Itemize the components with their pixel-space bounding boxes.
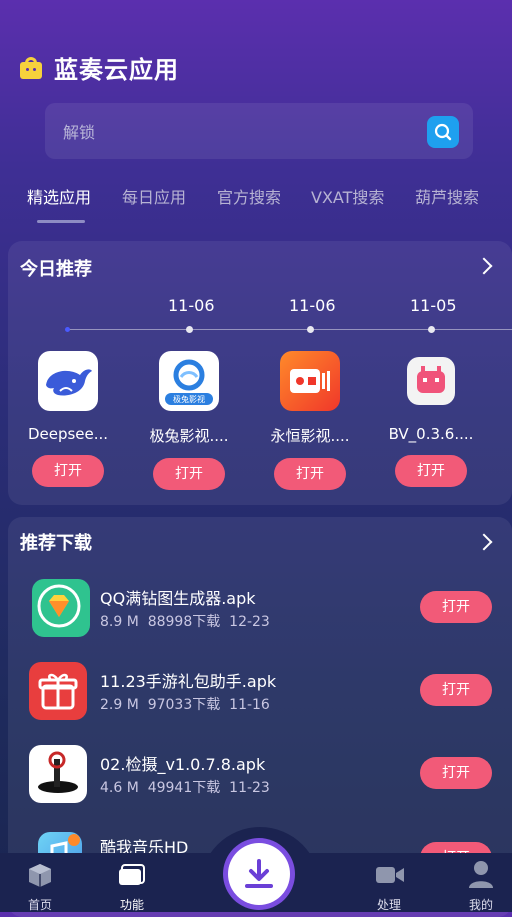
- cards-icon: [119, 864, 145, 885]
- open-button[interactable]: 打开: [420, 591, 492, 623]
- open-button[interactable]: 打开: [395, 455, 467, 487]
- search-bar: [45, 103, 473, 159]
- camera-hole-icon: [29, 745, 87, 803]
- open-button[interactable]: 打开: [420, 674, 492, 706]
- app-header: 蓝奏云应用: [20, 50, 179, 85]
- open-button[interactable]: 打开: [420, 757, 492, 789]
- pink-robot-icon: [407, 357, 455, 405]
- search-icon: [434, 123, 452, 141]
- gift-icon: [29, 662, 87, 720]
- open-button[interactable]: 打开: [32, 455, 104, 487]
- recommend-item[interactable]: Deepsee... 打开: [18, 351, 118, 487]
- app-name: Deepsee...: [27, 425, 109, 443]
- shopping-bag-icon: [20, 56, 42, 79]
- timeline-date: 11-06: [168, 296, 215, 315]
- app-name: 永恒影视....: [270, 427, 350, 445]
- app-name: BV_0.3.6....: [388, 425, 474, 443]
- download-center-button[interactable]: [223, 838, 295, 910]
- file-name: QQ满钻图生成器.apk: [100, 589, 256, 608]
- download-count: 88998下载: [147, 614, 221, 630]
- section-title: 今日推荐: [20, 259, 92, 280]
- tab-featured[interactable]: 精选应用: [27, 184, 91, 208]
- file-meta: 4.6 M 49941下载 11-23: [100, 777, 270, 797]
- section-title: 推荐下载: [20, 533, 92, 554]
- open-button[interactable]: 打开: [274, 458, 346, 490]
- nav-label: 首页: [27, 898, 52, 912]
- file-meta: 2.9 M 97033下载 11-16: [100, 694, 270, 714]
- upload-date: 11-16: [229, 697, 270, 713]
- download-count: 49941下载: [147, 780, 221, 796]
- diamond-icon: [32, 579, 90, 637]
- open-button[interactable]: 打开: [153, 458, 225, 490]
- rabbit-video-icon: 极兔影视: [159, 351, 219, 411]
- timeline-start-dot: [65, 327, 70, 332]
- download-icon: [245, 859, 273, 888]
- file-size: 4.6 M: [100, 780, 139, 796]
- active-tab-indicator: [37, 220, 85, 223]
- download-row[interactable]: 02.检摄_v1.0.7.8.apk 4.6 M 49941下载 11-23 打…: [8, 739, 504, 809]
- app-name: 极兔影视....: [149, 427, 229, 445]
- file-name: 11.23手游礼包助手.apk: [100, 672, 277, 691]
- timeline: [68, 329, 512, 330]
- nav-label: 我的: [468, 898, 493, 912]
- tab-daily[interactable]: 每日应用: [122, 184, 186, 208]
- app-title: 蓝奏云应用: [54, 56, 179, 84]
- box-icon: [29, 864, 51, 887]
- chevron-right-icon[interactable]: [475, 257, 493, 275]
- timeline-date: 11-05: [410, 296, 457, 315]
- video-camera-icon: [280, 351, 340, 411]
- file-name: 02.检摄_v1.0.7.8.apk: [100, 755, 266, 774]
- tab-vxat-search[interactable]: VXAT搜索: [311, 184, 384, 208]
- file-size: 2.9 M: [100, 697, 139, 713]
- timeline-date: 11-06: [289, 296, 336, 315]
- download-row[interactable]: 11.23手游礼包助手.apk 2.9 M 97033下载 11-16 打开: [8, 656, 504, 726]
- person-icon: [469, 861, 493, 888]
- chevron-right-icon[interactable]: [475, 533, 493, 551]
- category-tabs: 精选应用 每日应用 官方搜索 VXAT搜索 葫芦搜索: [0, 184, 512, 224]
- search-button[interactable]: [427, 116, 459, 148]
- search-input[interactable]: [61, 117, 405, 147]
- file-size: 8.9 M: [100, 614, 139, 630]
- nav-label: 处理: [376, 898, 401, 912]
- timeline-dot: [428, 326, 435, 333]
- today-recommend-card: 今日推荐 11-06 11-06 11-05 Deepsee... 打开 极兔影…: [8, 241, 512, 505]
- icon-caption: 极兔影视: [173, 395, 205, 404]
- whale-icon: [38, 351, 98, 411]
- tab-official-search[interactable]: 官方搜索: [217, 184, 281, 208]
- video-icon: [376, 867, 404, 883]
- download-count: 97033下载: [147, 697, 221, 713]
- recommend-item[interactable]: 永恒影视.... 打开: [260, 351, 360, 490]
- upload-date: 12-23: [229, 614, 270, 630]
- nav-label: 功能: [119, 898, 144, 912]
- timeline-dot: [307, 326, 314, 333]
- upload-date: 11-23: [229, 780, 270, 796]
- tab-hulu-search[interactable]: 葫芦搜索: [415, 184, 479, 208]
- download-row[interactable]: QQ满钻图生成器.apk 8.9 M 88998下载 12-23 打开: [8, 573, 504, 643]
- file-meta: 8.9 M 88998下载 12-23: [100, 611, 270, 631]
- timeline-dot: [186, 326, 193, 333]
- recommend-item[interactable]: 极兔影视 极兔影视.... 打开: [139, 351, 239, 490]
- recommend-item[interactable]: BV_0.3.6.... 打开: [381, 351, 481, 487]
